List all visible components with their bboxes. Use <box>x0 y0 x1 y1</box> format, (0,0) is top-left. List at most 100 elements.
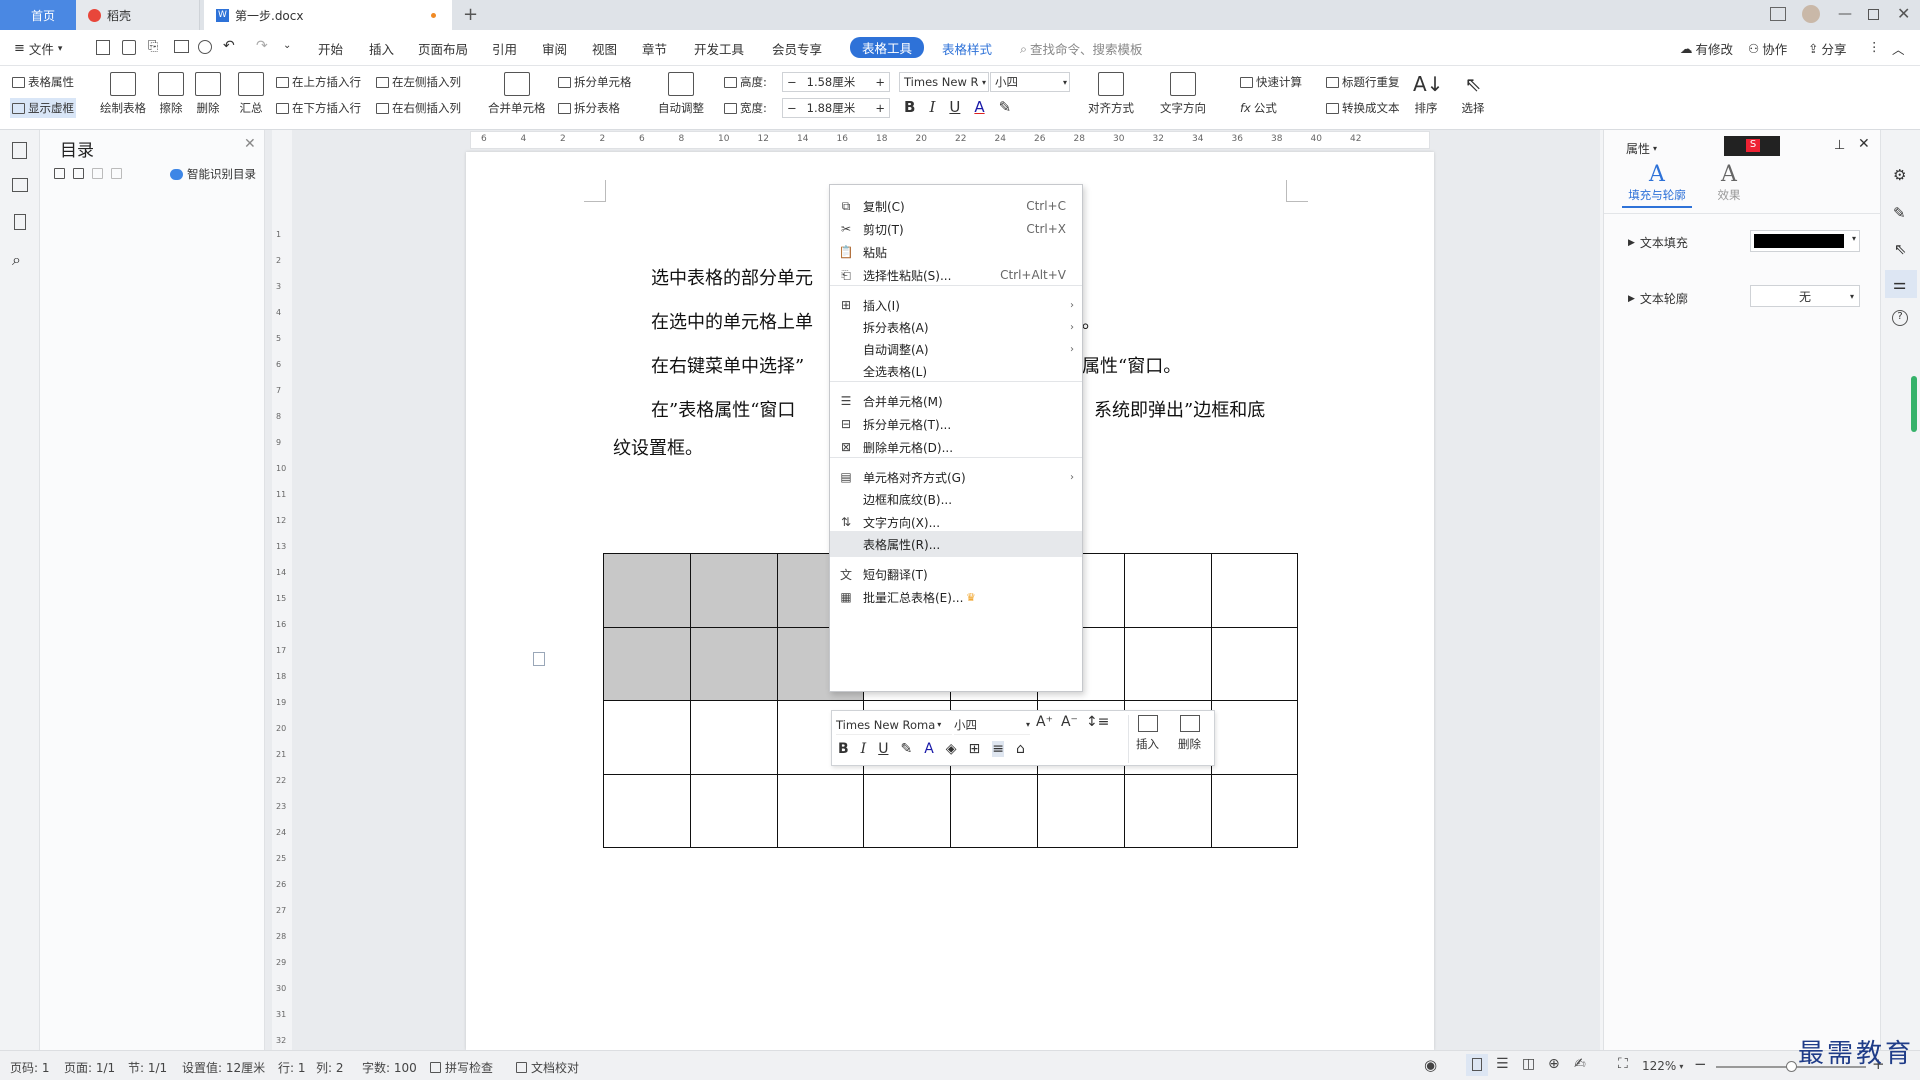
insert-below-button[interactable]: 在下方插入行 <box>276 100 361 116</box>
draw-table-button[interactable]: 绘制表格 <box>100 72 146 116</box>
paragraph-2[interactable]: 在选中的单元格上单 <box>651 308 813 334</box>
collapse-icon[interactable] <box>73 168 84 179</box>
collab-button[interactable]: ⚇ 协作 <box>1748 39 1787 58</box>
page-view-button[interactable] <box>1466 1054 1488 1076</box>
paragraph-3-end[interactable]: 属性“窗口。 <box>1082 352 1181 378</box>
tab-effect[interactable]: A 效果 <box>1704 162 1754 203</box>
menu-table-style[interactable]: 表格样式 <box>942 39 992 58</box>
text-outline-select[interactable]: 无 ▾ <box>1750 285 1860 307</box>
erase-button[interactable]: 擦除 <box>158 72 184 116</box>
table-cell[interactable] <box>1036 773 1125 848</box>
paragraph-1[interactable]: 选中表格的部分单元 <box>651 264 813 290</box>
shading-icon[interactable]: ◈ <box>946 741 957 757</box>
status-words[interactable]: 字数: 100 <box>362 1059 417 1076</box>
to-text-button[interactable]: 转换成文本 <box>1326 100 1400 116</box>
table-cell[interactable] <box>689 700 778 775</box>
text-outline-section[interactable]: ▶ 文本轮廓 <box>1628 290 1688 307</box>
menu-layout[interactable]: 页面布局 <box>418 39 468 58</box>
shrink-font-icon[interactable]: A⁻ <box>1061 714 1078 730</box>
menu-view[interactable]: 视图 <box>592 39 617 58</box>
undo-icon[interactable]: ↶ <box>223 38 235 54</box>
insert-right-button[interactable]: 在右侧插入列 <box>376 100 461 116</box>
new-doc-icon[interactable] <box>96 40 110 55</box>
minimize-icon[interactable]: — <box>1838 6 1852 22</box>
paragraph-5[interactable]: 纹设置框。 <box>613 434 703 460</box>
underline-icon[interactable]: U <box>949 98 960 116</box>
sort-button[interactable]: A↓ 排序 <box>1413 72 1443 116</box>
table-cell[interactable] <box>950 773 1038 848</box>
properties-title[interactable]: 属性 ▾ <box>1626 140 1657 157</box>
select-button[interactable]: ⇖ 选择 <box>1460 72 1486 116</box>
context-menu-item[interactable]: ⎗ 选择性粘贴(S)... Ctrl+Alt+V <box>830 262 1082 288</box>
highlight-icon[interactable]: ✎ <box>900 741 912 757</box>
width-minus-icon[interactable]: − <box>787 101 797 115</box>
context-menu-item[interactable]: 全选表格(L) <box>830 358 1082 384</box>
grow-font-icon[interactable]: A⁺ <box>1036 714 1053 730</box>
align-center-icon[interactable]: ≡ <box>992 741 1005 757</box>
font-select[interactable]: Times New R ▾ <box>899 72 989 92</box>
close-panel-icon[interactable]: ✕ <box>1858 136 1870 152</box>
menu-vip[interactable]: 会员专享 <box>772 39 822 58</box>
tab-daoke[interactable]: 稻壳 <box>76 0 200 30</box>
table-cell[interactable] <box>1210 553 1299 628</box>
tab-fill-outline[interactable]: A 填充与轮廓 <box>1622 162 1692 208</box>
context-menu-item[interactable]: ▦ 批量汇总表格(E)... ♛ <box>830 584 1082 610</box>
menu-chapter[interactable]: 章节 <box>642 39 667 58</box>
width-plus-icon[interactable]: + <box>875 101 885 115</box>
height-minus-icon[interactable]: − <box>787 75 797 89</box>
underline-icon[interactable]: U <box>878 741 888 757</box>
edit-icon[interactable]: ✎ <box>1893 204 1906 222</box>
menu-insert[interactable]: 插入 <box>369 39 394 58</box>
file-menu[interactable]: ≡ 文件 ▾ <box>14 39 62 58</box>
mini-insert-button[interactable]: 插入 <box>1136 715 1159 752</box>
alignment-button[interactable]: 对齐方式 <box>1088 72 1134 116</box>
italic-icon[interactable]: I <box>929 98 935 116</box>
context-menu-item[interactable]: ⊠ 删除单元格(D)... <box>830 434 1082 460</box>
table-cell[interactable] <box>1123 553 1212 628</box>
mini-size-select[interactable]: 小四 ▾ <box>954 715 1030 735</box>
collapse-ribbon-icon[interactable]: ︿ <box>1892 39 1905 58</box>
paragraph-marker-icon[interactable] <box>533 652 545 666</box>
split-table-button[interactable]: 拆分表格 <box>558 100 620 116</box>
table-cell[interactable] <box>1210 700 1299 775</box>
paragraph-2-end[interactable]: 。 <box>1082 308 1100 334</box>
italic-icon[interactable]: I <box>861 741 867 757</box>
new-tab-button[interactable]: + <box>463 4 478 25</box>
size-select[interactable]: 小四 ▾ <box>990 72 1070 92</box>
quick-calc-button[interactable]: 快速计算 <box>1240 74 1302 90</box>
tab-document[interactable]: W 第一步.docx <box>204 0 452 30</box>
insert-left-button[interactable]: 在左侧插入列 <box>376 74 461 90</box>
more-icon[interactable]: ⋮ <box>1868 39 1881 54</box>
fit-page-icon[interactable]: ⛶ <box>1618 1056 1628 1072</box>
height-plus-icon[interactable]: + <box>875 75 885 89</box>
outline-view-icon[interactable]: ☰ <box>1496 1056 1509 1072</box>
bold-icon[interactable]: B <box>904 98 915 116</box>
print-icon[interactable] <box>174 40 189 53</box>
font-color-icon[interactable]: A <box>974 98 984 116</box>
save-icon[interactable] <box>122 40 136 55</box>
layout-icon[interactable] <box>1770 7 1786 21</box>
add-level-icon[interactable] <box>92 168 103 179</box>
table-cell[interactable] <box>1123 773 1212 848</box>
font-color-icon[interactable]: A <box>924 741 934 757</box>
table-cell[interactable] <box>863 773 952 848</box>
menu-table-tools[interactable]: 表格工具 <box>850 37 925 58</box>
menu-review[interactable]: 审阅 <box>542 39 567 58</box>
summary-button[interactable]: 汇总 <box>238 72 264 116</box>
eye-protect-icon[interactable]: ◉ <box>1424 1056 1437 1074</box>
title-repeat-button[interactable]: 标题行重复 <box>1326 74 1400 90</box>
insert-above-button[interactable]: 在上方插入行 <box>276 74 361 90</box>
auto-adjust-button[interactable]: 自动调整 <box>658 72 704 116</box>
outline-nav-icon[interactable] <box>12 142 27 159</box>
pin-icon[interactable]: ⊥ <box>1834 138 1845 153</box>
help-icon[interactable]: ? <box>1892 310 1908 326</box>
avatar[interactable] <box>1802 5 1820 23</box>
write-view-icon[interactable]: ✍ <box>1574 1056 1586 1072</box>
delete-button[interactable]: 删除 <box>195 72 221 116</box>
properties-toggle[interactable]: ⚌ <box>1885 270 1917 298</box>
mini-font-select[interactable]: Times New Roma ▾ <box>836 715 952 735</box>
table-cell[interactable] <box>689 773 778 848</box>
line-spacing-icon[interactable]: ↕≡ <box>1086 714 1109 730</box>
side-slider-thumb[interactable] <box>1911 376 1917 432</box>
preview-icon[interactable] <box>198 40 212 54</box>
